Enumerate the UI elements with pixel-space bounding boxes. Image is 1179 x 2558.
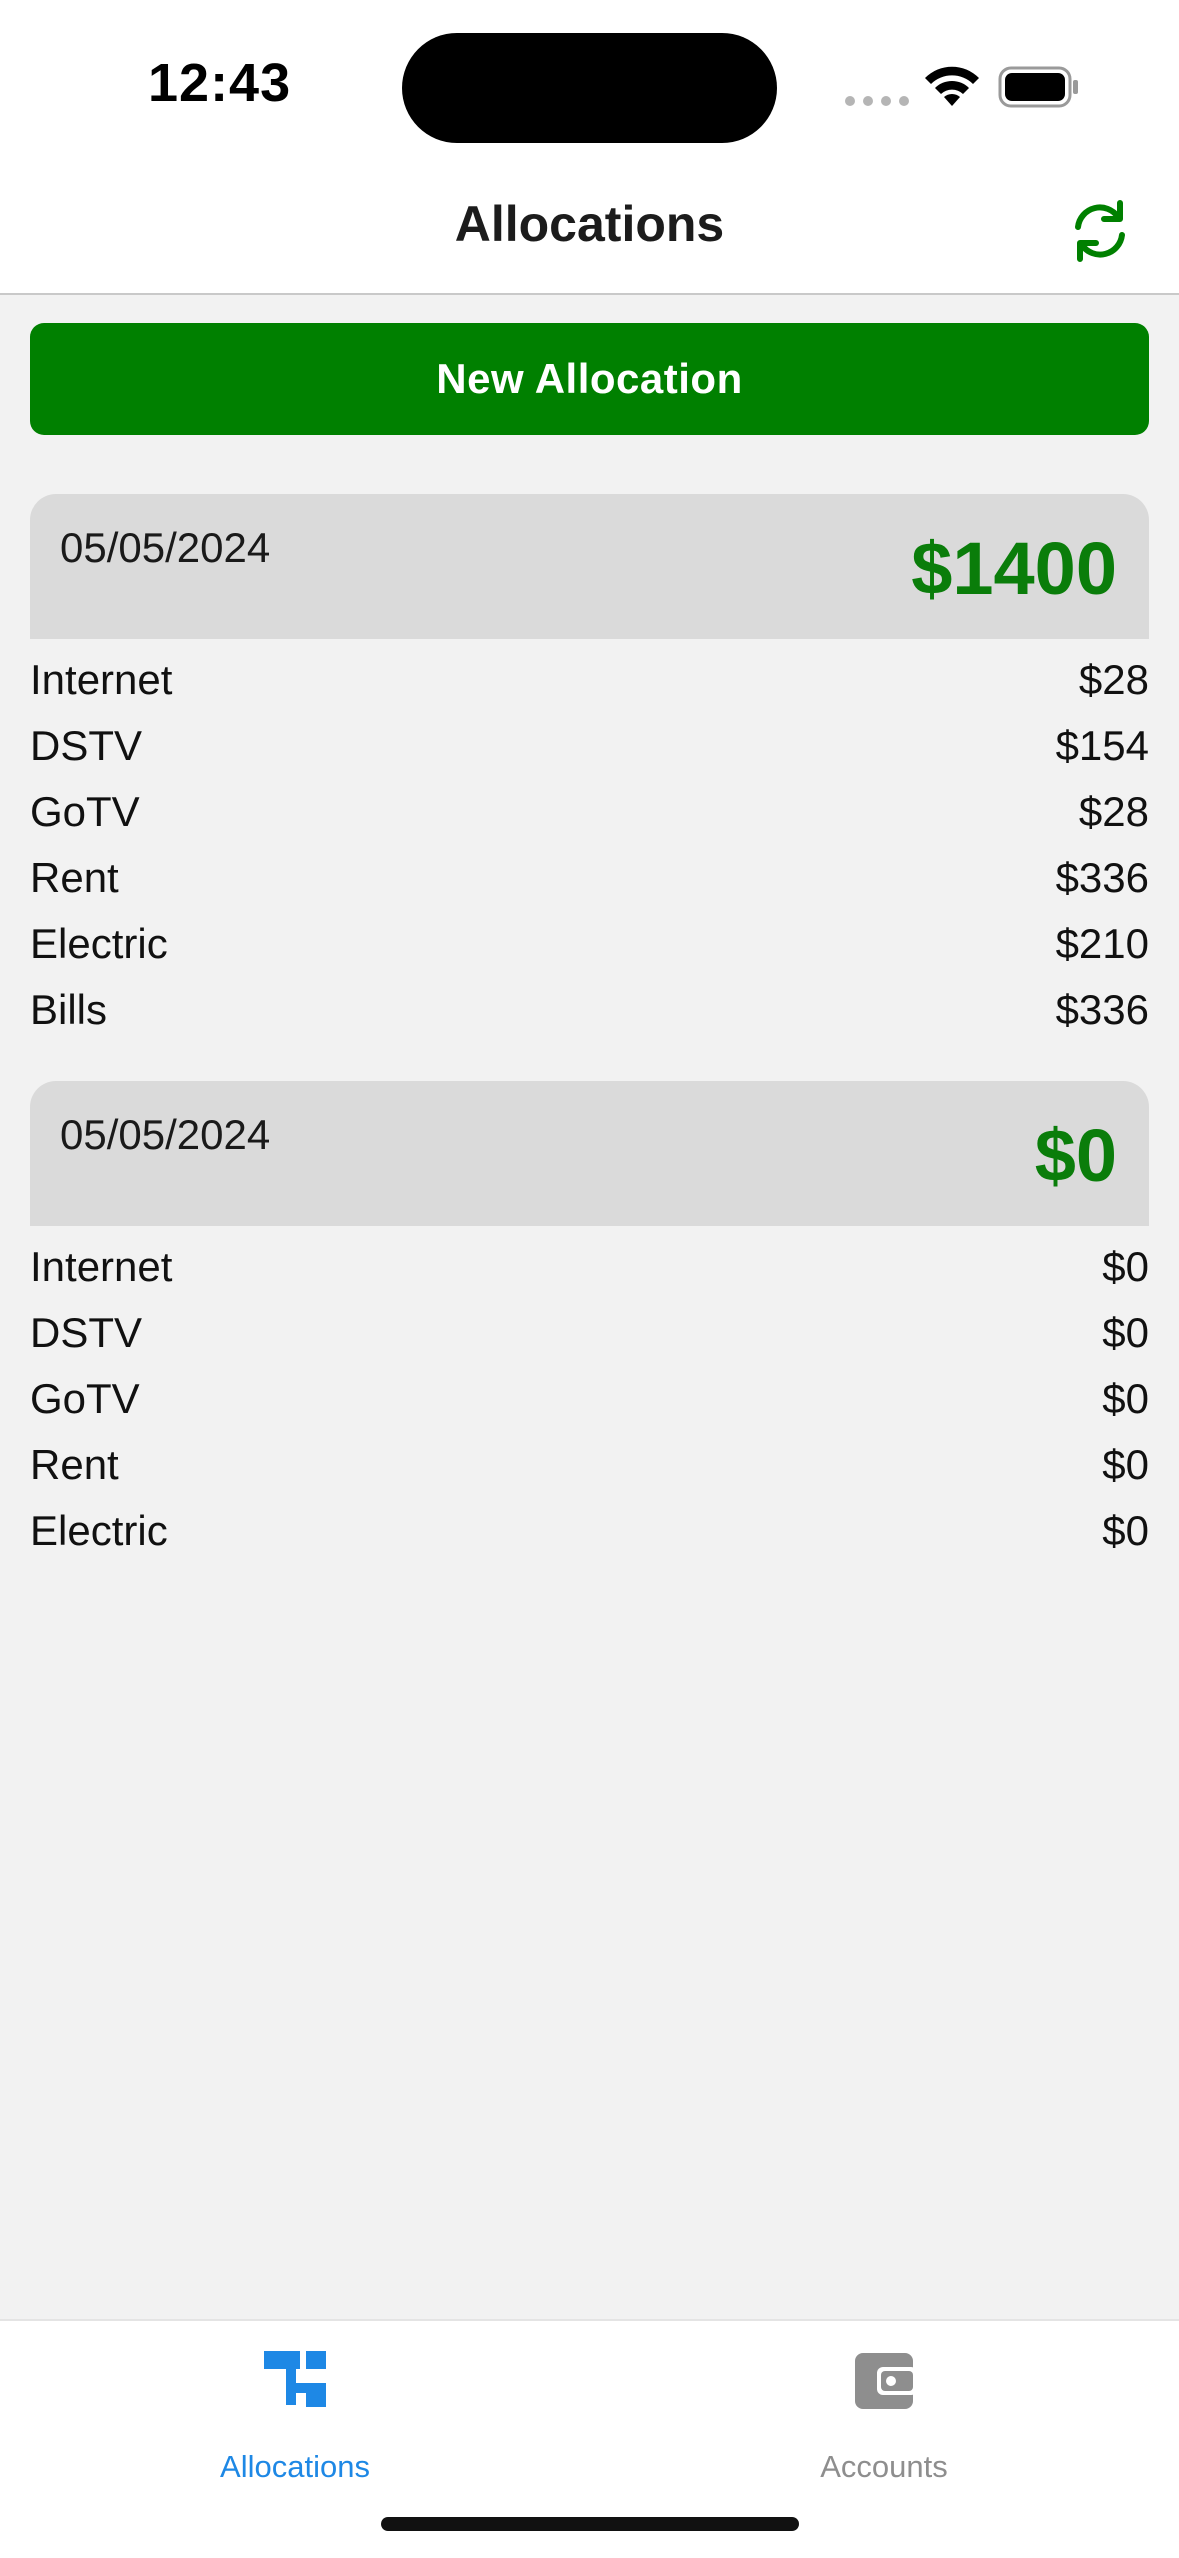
tab-label: Allocations [220, 2449, 370, 2484]
page-title: Allocations [454, 196, 725, 252]
item-label: Rent [30, 854, 119, 901]
status-bar: 12:43 [0, 0, 1179, 175]
status-time: 12:43 [148, 53, 292, 113]
tab-accounts[interactable]: Accounts [589, 2321, 1179, 2501]
wallet-icon [855, 2353, 917, 2409]
item-label: Rent [30, 1441, 119, 1488]
list-item: Internet $0 [30, 1234, 1149, 1300]
dynamic-island [402, 33, 777, 143]
item-amount: $154 [1055, 722, 1149, 769]
hierarchy-icon [264, 2351, 326, 2407]
item-amount: $336 [1055, 854, 1149, 901]
item-amount: $28 [1078, 788, 1149, 835]
allocation-card[interactable]: 05/05/2024 $1400 Internet $28 DSTV $154 … [30, 494, 1149, 1043]
new-allocation-button[interactable]: New Allocation [30, 323, 1149, 435]
item-amount: $0 [1102, 1243, 1149, 1290]
item-label: GoTV [30, 1375, 140, 1422]
item-label: Internet [30, 1243, 173, 1290]
item-amount: $0 [1102, 1375, 1149, 1422]
tab-bar: Allocations Accounts [0, 2319, 1179, 2558]
item-label: Bills [30, 986, 108, 1033]
tab-allocations[interactable]: Allocations [0, 2321, 590, 2501]
item-label: Electric [30, 920, 168, 967]
list-item: Internet $28 [30, 647, 1149, 713]
tab-label: Accounts [820, 2449, 948, 2484]
list-item: Electric $210 [30, 911, 1149, 977]
item-amount: $0 [1102, 1309, 1149, 1356]
item-amount: $28 [1078, 656, 1149, 703]
item-label: DSTV [30, 722, 143, 769]
item-amount: $336 [1055, 986, 1149, 1033]
list-item: Bills $336 [30, 977, 1149, 1043]
list-item: Rent $0 [30, 1432, 1149, 1498]
allocation-total: $0 [1034, 1114, 1117, 1197]
item-amount: $0 [1102, 1507, 1149, 1554]
item-label: Internet [30, 656, 173, 703]
cellular-signal-icon [845, 96, 909, 106]
allocation-date: 05/05/2024 [60, 524, 271, 571]
item-amount: $0 [1102, 1441, 1149, 1488]
allocation-date: 05/05/2024 [60, 1111, 271, 1158]
item-label: Electric [30, 1507, 168, 1554]
item-amount: $210 [1055, 920, 1149, 967]
list-item: GoTV $0 [30, 1366, 1149, 1432]
list-item: GoTV $28 [30, 779, 1149, 845]
refresh-icon[interactable] [1066, 197, 1134, 265]
battery-icon [998, 66, 1078, 108]
home-indicator [381, 2517, 799, 2531]
wifi-icon [925, 66, 979, 106]
allocation-header: 05/05/2024 $0 [30, 1081, 1149, 1226]
allocation-total: $1400 [911, 527, 1117, 610]
allocation-header: 05/05/2024 $1400 [30, 494, 1149, 639]
list-item: Rent $336 [30, 845, 1149, 911]
allocation-card[interactable]: 05/05/2024 $0 Internet $0 DSTV $0 GoTV $… [30, 1081, 1149, 1564]
navigation-bar: Allocations [0, 175, 1179, 295]
item-label: GoTV [30, 788, 140, 835]
list-item: DSTV $154 [30, 713, 1149, 779]
item-label: DSTV [30, 1309, 143, 1356]
list-item: Electric $0 [30, 1498, 1149, 1564]
list-item: DSTV $0 [30, 1300, 1149, 1366]
